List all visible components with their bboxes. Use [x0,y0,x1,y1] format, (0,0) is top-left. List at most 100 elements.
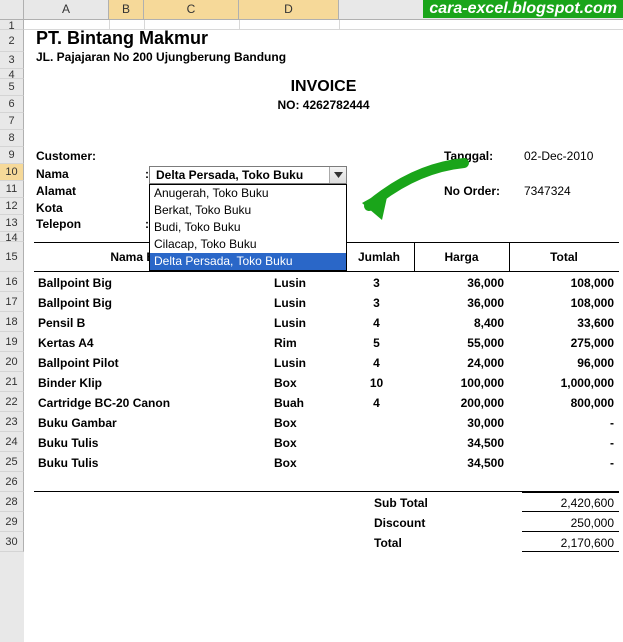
cell-total[interactable]: - [509,456,614,470]
row-header-11[interactable]: 11 [0,181,24,198]
cell-harga[interactable]: 100,000 [414,376,504,390]
cell-harga[interactable]: 30,000 [414,416,504,430]
cell-satuan[interactable]: Lusin [274,296,344,310]
cell-total[interactable]: 275,000 [509,336,614,350]
cell-satuan[interactable]: Box [274,436,344,450]
cell-nama-barang[interactable]: Buku Gambar [38,416,258,430]
combo-option[interactable]: Anugerah, Toko Buku [150,185,346,202]
cell-satuan[interactable]: Box [274,376,344,390]
cell-satuan[interactable]: Lusin [274,356,344,370]
row-header-24[interactable]: 24 [0,432,24,452]
cell-jumlah[interactable]: 5 [344,336,409,350]
tanggal-value: 02-Dec-2010 [524,149,593,163]
cell-harga[interactable]: 200,000 [414,396,504,410]
row-header-25[interactable]: 25 [0,452,24,472]
combo-dropdown-list[interactable]: Anugerah, Toko Buku Berkat, Toko Buku Bu… [149,184,347,271]
cell-jumlah[interactable]: 3 [344,276,409,290]
combo-option[interactable]: Berkat, Toko Buku [150,202,346,219]
cell-total[interactable]: 33,600 [509,316,614,330]
cell-jumlah[interactable]: 4 [344,316,409,330]
cell-harga[interactable]: 34,500 [414,436,504,450]
row-header-22[interactable]: 22 [0,392,24,412]
cell-nama-barang[interactable]: Binder Klip [38,376,258,390]
cell-satuan[interactable]: Box [274,456,344,470]
cell-nama-barang[interactable]: Ballpoint Pilot [38,356,258,370]
cell-nama-barang[interactable]: Cartridge BC-20 Canon [38,396,258,410]
row-header-16[interactable]: 16 [0,272,24,292]
cell-nama-barang[interactable]: Ballpoint Big [38,276,258,290]
cell-nama-barang[interactable]: Buku Tulis [38,456,258,470]
cell-harga[interactable]: 36,000 [414,296,504,310]
row-header-29[interactable]: 29 [0,512,24,532]
cell-nama-barang[interactable]: Buku Tulis [38,436,258,450]
row-header-20[interactable]: 20 [0,352,24,372]
row-header-3[interactable]: 3 [0,52,24,69]
row-header-12[interactable]: 12 [0,198,24,215]
row-header-9[interactable]: 9 [0,147,24,164]
row-header-15[interactable]: 15 [0,242,24,272]
row-header-13[interactable]: 13 [0,215,24,232]
combo-option[interactable]: Budi, Toko Buku [150,219,346,236]
cell-total[interactable]: 108,000 [509,276,614,290]
nama-label: Nama [36,167,69,181]
row-header-2[interactable]: 2 [0,30,24,52]
total-label: Total [374,536,402,550]
col-header-A[interactable]: A [24,0,109,19]
invoice-title: INVOICE [24,78,623,96]
row-header-23[interactable]: 23 [0,412,24,432]
row-header-1[interactable]: 1 [0,20,24,30]
combo-dropdown-button[interactable] [329,167,346,183]
cell-total[interactable]: 1,000,000 [509,376,614,390]
row-header-21[interactable]: 21 [0,372,24,392]
cell-total[interactable]: - [509,436,614,450]
cell-jumlah[interactable]: 4 [344,356,409,370]
row-header-28[interactable]: 28 [0,492,24,512]
col-header-C[interactable]: C [144,0,239,19]
cell-satuan[interactable]: Buah [274,396,344,410]
sheet-content[interactable]: PT. Bintang Makmur JL. Pajajaran No 200 … [24,20,623,642]
cell-satuan[interactable]: Box [274,416,344,430]
customer-name-combo[interactable]: Delta Persada, Toko Buku [149,166,347,184]
alamat-label: Alamat [36,184,76,198]
row-header-18[interactable]: 18 [0,312,24,332]
cell-nama-barang[interactable]: Kertas A4 [38,336,258,350]
row-header-19[interactable]: 19 [0,332,24,352]
row-header-7[interactable]: 7 [0,113,24,130]
cell-harga[interactable]: 36,000 [414,276,504,290]
cell-satuan[interactable]: Rim [274,336,344,350]
row-header-14[interactable]: 14 [0,232,24,242]
chevron-down-icon [334,172,343,178]
cell-total[interactable]: 800,000 [509,396,614,410]
cell-jumlah[interactable]: 3 [344,296,409,310]
cell-harga[interactable]: 34,500 [414,456,504,470]
cell-harga[interactable]: 8,400 [414,316,504,330]
cell-total[interactable]: 96,000 [509,356,614,370]
row-header-6[interactable]: 6 [0,96,24,113]
cell-nama-barang[interactable]: Pensil B [38,316,258,330]
row-header-4[interactable]: 4 [0,69,24,79]
cell-harga[interactable]: 24,000 [414,356,504,370]
combo-option-selected[interactable]: Delta Persada, Toko Buku [150,253,346,270]
cell-nama-barang[interactable]: Ballpoint Big [38,296,258,310]
invoice-number: NO: 4262782444 [24,98,623,112]
subtotal-value: 2,420,600 [509,496,614,510]
row-header-30[interactable]: 30 [0,532,24,552]
cell-harga[interactable]: 55,000 [414,336,504,350]
combo-option[interactable]: Cilacap, Toko Buku [150,236,346,253]
cell-jumlah[interactable]: 4 [344,396,409,410]
selectall-corner[interactable] [0,0,24,19]
cell-total[interactable]: 108,000 [509,296,614,310]
cell-satuan[interactable]: Lusin [274,316,344,330]
cell-total[interactable]: - [509,416,614,430]
col-header-D[interactable]: D [239,0,339,19]
kota-label: Kota [36,201,63,215]
row-header-10[interactable]: 10 [0,164,24,181]
company-address: JL. Pajajaran No 200 Ujungberung Bandung [36,50,286,64]
cell-jumlah[interactable]: 10 [344,376,409,390]
col-header-B[interactable]: B [109,0,144,19]
cell-satuan[interactable]: Lusin [274,276,344,290]
row-header-26[interactable]: 26 [0,472,24,492]
row-header-8[interactable]: 8 [0,130,24,147]
row-header-17[interactable]: 17 [0,292,24,312]
row-header-5[interactable]: 5 [0,79,24,96]
